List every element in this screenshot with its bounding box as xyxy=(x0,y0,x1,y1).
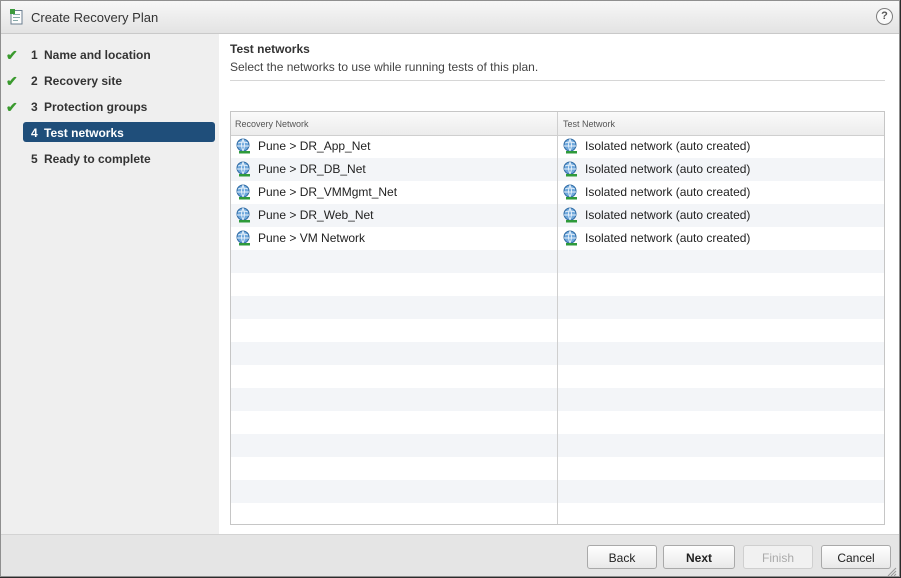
step-protection-groups[interactable]: ✔ 3 Protection groups xyxy=(6,96,215,116)
check-icon: ✔ xyxy=(6,73,18,89)
network-icon xyxy=(562,230,578,246)
network-icon xyxy=(235,230,251,246)
network-icon xyxy=(235,161,251,177)
recovery-network-cell: Pune > DR_Web_Net xyxy=(258,208,374,222)
test-network-cell[interactable]: Isolated network (auto created) xyxy=(585,162,750,176)
network-icon xyxy=(562,138,578,154)
test-network-cell[interactable]: Isolated network (auto created) xyxy=(585,185,750,199)
step-label: Test networks xyxy=(44,126,124,140)
page-description: Select the networks to use while running… xyxy=(230,60,539,74)
network-mapping-table: Recovery Network Test Network Pune > DR_… xyxy=(230,111,885,525)
test-network-cell[interactable]: Isolated network (auto created) xyxy=(585,139,750,153)
network-icon xyxy=(235,207,251,223)
title-bar: Create Recovery Plan ? xyxy=(1,1,899,34)
network-icon xyxy=(562,207,578,223)
network-icon xyxy=(235,138,251,154)
test-network-cell[interactable]: Isolated network (auto created) xyxy=(585,208,750,222)
recovery-network-cell: Pune > VM Network xyxy=(258,231,366,245)
divider xyxy=(230,80,885,81)
step-test-networks[interactable]: 4 Test networks xyxy=(23,122,215,142)
dialog-title: Create Recovery Plan xyxy=(31,10,159,25)
recovery-network-cell: Pune > DR_VMMgmt_Net xyxy=(258,185,398,199)
step-name-and-location[interactable]: ✔ 1 Name and location xyxy=(6,44,215,64)
page-title: Test networks xyxy=(230,42,310,56)
cancel-button[interactable]: Cancel xyxy=(821,545,891,569)
back-button[interactable]: Back xyxy=(587,545,657,569)
dialog-footer: Back Next Finish Cancel xyxy=(1,534,899,577)
wizard-steps: ✔ 1 Name and location ✔ 2 Recovery site … xyxy=(1,34,219,534)
step-recovery-site[interactable]: ✔ 2 Recovery site xyxy=(6,70,215,90)
step-label: Ready to complete xyxy=(44,152,151,166)
column-header-recovery-network[interactable]: Recovery Network xyxy=(235,119,309,129)
recovery-network-cell: Pune > DR_App_Net xyxy=(258,139,371,153)
network-icon xyxy=(235,184,251,200)
content-panel: Test networks Select the networks to use… xyxy=(219,34,899,534)
network-icon xyxy=(562,184,578,200)
wizard-icon xyxy=(10,9,23,25)
help-icon[interactable]: ? xyxy=(876,8,893,25)
create-recovery-plan-dialog: Create Recovery Plan ? ✔ 1 Name and loca… xyxy=(0,0,900,577)
finish-button: Finish xyxy=(743,545,813,569)
step-label: Name and location xyxy=(44,48,151,62)
next-button[interactable]: Next xyxy=(663,545,735,569)
recovery-network-cell: Pune > DR_DB_Net xyxy=(258,162,366,176)
check-icon: ✔ xyxy=(6,99,18,115)
step-label: Recovery site xyxy=(44,74,123,88)
step-label: Protection groups xyxy=(44,100,148,114)
column-divider xyxy=(557,112,558,524)
test-network-cell[interactable]: Isolated network (auto created) xyxy=(585,231,750,245)
check-icon: ✔ xyxy=(6,47,18,63)
step-ready-to-complete[interactable]: 5 Ready to complete xyxy=(23,148,215,168)
column-header-test-network[interactable]: Test Network xyxy=(563,119,615,129)
network-icon xyxy=(562,161,578,177)
resize-grip-icon[interactable] xyxy=(887,567,897,577)
